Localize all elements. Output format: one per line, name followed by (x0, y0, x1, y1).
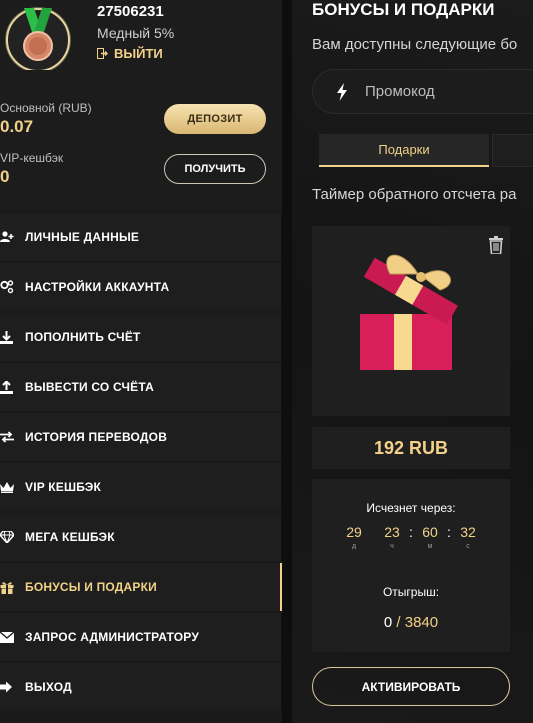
timer-seconds: 32 с (455, 524, 481, 550)
menu-item-vip-cashback[interactable]: VIP КЕШБЭК (0, 463, 282, 511)
menu-label: БОНУСЫ И ПОДАРКИ (25, 580, 157, 594)
menu-item-account-settings[interactable]: НАСТРОЙКИ АККАУНТА (0, 263, 282, 311)
menu-label: НАСТРОЙКИ АККАУНТА (25, 280, 170, 294)
timer-value: 23 (384, 524, 400, 540)
expires-label: Исчезнет через: (366, 501, 456, 515)
timer-unit: ч (390, 543, 394, 550)
account-menu: ЛИЧНЫЕ ДАННЫЕ НАСТРОЙКИ АККАУНТА ПОПОЛНИ… (0, 213, 282, 713)
timer-unit: м (427, 543, 433, 550)
main-balance-label: Основной (RUB) (0, 101, 92, 115)
vip-cashback-label: VIP-кешбэк (0, 151, 64, 165)
menu-item-personal-data[interactable]: ЛИЧНЫЕ ДАННЫЕ (0, 213, 282, 261)
user-plus-icon (0, 230, 14, 244)
tab-gifts[interactable]: Подарки (319, 134, 489, 167)
lightning-icon (337, 82, 347, 101)
vip-cashback-value: 0 (0, 167, 10, 186)
menu-label: ЛИЧНЫЕ ДАННЫЕ (25, 230, 140, 244)
logout-label: ВЫЙТИ (114, 46, 163, 61)
wager-current: 0 (383, 614, 393, 631)
countdown-timer: 29 д 23 ч : 60 м : 32 с (312, 524, 510, 550)
activate-button[interactable]: АКТИВИРОВАТЬ (312, 667, 510, 706)
wager-separator: / (396, 614, 401, 631)
gift-tabs: Подарки (319, 134, 533, 167)
transfer-icon (0, 430, 14, 444)
tab-next[interactable] (492, 134, 533, 167)
menu-label: VIP КЕШБЭК (25, 480, 102, 494)
page-title: БОНУСЫ И ПОДАРКИ (312, 0, 495, 19)
timer-unit: д (351, 543, 357, 550)
medal-icon (5, 7, 71, 70)
main-balance-value: 0.07 (0, 117, 34, 136)
timer-minutes: 60 м (417, 524, 443, 550)
promo-field[interactable] (312, 69, 533, 114)
envelope-icon (0, 630, 14, 644)
deposit-button[interactable]: ДЕПОЗИТ (164, 104, 266, 134)
timer-note: Таймер обратного отсчета ра (312, 186, 517, 203)
menu-label: МЕГА КЕШБЭК (25, 530, 115, 544)
menu-label: ВЫВЕСТИ СО СЧЁТА (25, 380, 155, 394)
upload-icon (0, 380, 14, 394)
exit-icon (0, 680, 14, 694)
main-content: БОНУСЫ И ПОДАРКИ Вам доступны следующие … (292, 0, 533, 723)
gift-box-icon (360, 254, 458, 370)
settings-icon (0, 280, 14, 294)
page-subtitle: Вам доступны следующие бо (312, 36, 518, 53)
timer-hours: 23 ч (379, 524, 405, 550)
wager-label: Отыгрыш: (382, 585, 440, 599)
timer-days: 29 д (341, 524, 367, 550)
crown-icon (0, 480, 14, 494)
menu-item-admin-request[interactable]: ЗАПРОС АДМИНИСТРАТОРУ (0, 613, 282, 661)
gift-card (312, 226, 510, 416)
get-cashback-button[interactable]: ПОЛУЧИТЬ (164, 154, 266, 184)
sidebar: 27506231 Медный 5% ВЫЙТИ Основной (RUB) … (0, 0, 282, 723)
timer-unit: с (466, 543, 470, 550)
download-icon (0, 330, 14, 344)
logout-link[interactable]: ВЫЙТИ (97, 46, 163, 61)
trash-icon[interactable] (488, 236, 504, 254)
menu-item-transfer-history[interactable]: ИСТОРИЯ ПЕРЕВОДОВ (0, 413, 282, 461)
wager-progress: 0 / 3840 (312, 614, 510, 631)
timer-value: 29 (346, 524, 362, 540)
menu-item-mega-cashback[interactable]: МЕГА КЕШБЭК (0, 513, 282, 561)
menu-item-deposit[interactable]: ПОПОЛНИТЬ СЧЁТ (0, 313, 282, 361)
menu-label: ВЫХОД (25, 680, 72, 694)
exit-icon (97, 48, 108, 59)
divider (282, 0, 292, 723)
gift-info-box: Исчезнет через: 29 д 23 ч : 60 м : 32 с … (312, 479, 510, 652)
wager-required: 3840 (404, 614, 439, 631)
gift-amount: 192 RUB (373, 437, 449, 458)
timer-separator: : (409, 524, 413, 540)
timer-value: 32 (460, 524, 476, 540)
menu-item-withdraw[interactable]: ВЫВЕСТИ СО СЧЁТА (0, 363, 282, 411)
menu-label: ЗАПРОС АДМИНИСТРАТОРУ (25, 630, 199, 644)
gift-amount-box: 192 RUB (312, 427, 510, 469)
menu-item-bonuses-gifts[interactable]: БОНУСЫ И ПОДАРКИ (0, 563, 282, 611)
timer-value: 60 (422, 524, 438, 540)
promo-input[interactable] (365, 83, 533, 100)
diamond-icon (0, 530, 14, 544)
menu-label: ИСТОРИЯ ПЕРЕВОДОВ (25, 430, 168, 444)
menu-label: ПОПОЛНИТЬ СЧЁТ (25, 330, 141, 344)
rank-label: Медный 5% (97, 25, 175, 41)
user-id: 27506231 (97, 3, 164, 20)
menu-item-exit[interactable]: ВЫХОД (0, 663, 282, 711)
timer-separator: : (447, 524, 451, 540)
profile-panel: 27506231 Медный 5% ВЫЙТИ Основной (RUB) … (0, 0, 282, 210)
gift-icon (0, 580, 14, 594)
